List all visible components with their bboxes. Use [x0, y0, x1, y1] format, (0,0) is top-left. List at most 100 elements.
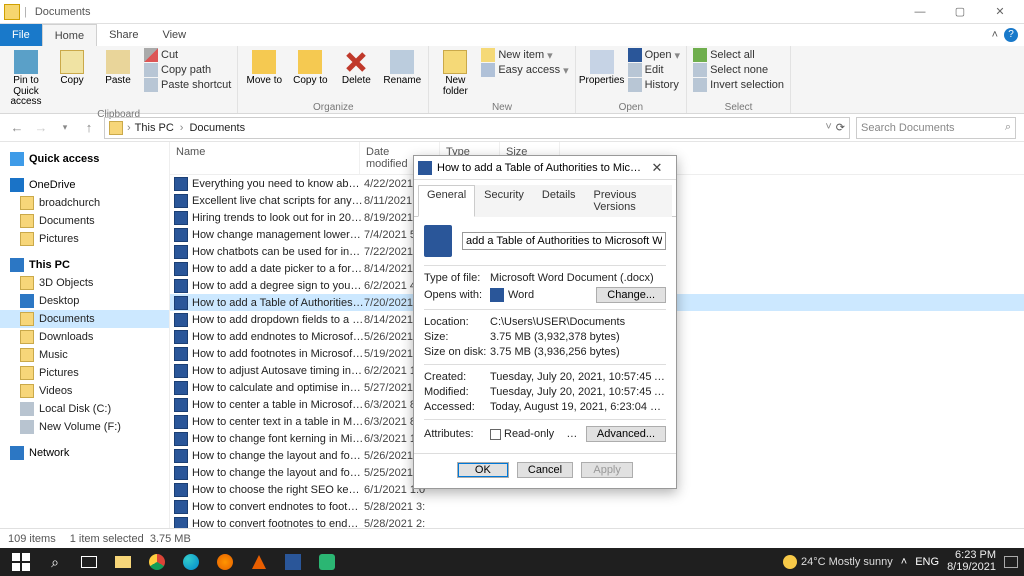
- edit-button[interactable]: Edit: [628, 63, 680, 77]
- sidebar-item[interactable]: broadchurch: [0, 194, 169, 212]
- new-folder-button[interactable]: New folder: [435, 48, 475, 97]
- file-name-input[interactable]: [462, 232, 666, 250]
- paste-button[interactable]: Paste: [98, 48, 138, 87]
- chrome-icon[interactable]: [140, 548, 174, 576]
- window-title: Documents: [35, 6, 91, 18]
- lbl-attrs: Attributes:: [424, 428, 490, 440]
- folder-icon: [20, 196, 34, 210]
- open-button[interactable]: Open ▾: [628, 48, 680, 62]
- sidebar-quick-access[interactable]: Quick access: [0, 148, 169, 168]
- apply-button[interactable]: Apply: [581, 462, 633, 478]
- readonly-checkbox[interactable]: Read-only: [490, 428, 554, 440]
- select-all-button[interactable]: Select all: [693, 48, 784, 62]
- app-icon[interactable]: [310, 548, 344, 576]
- status-count: 109 items: [8, 533, 56, 545]
- sidebar-item[interactable]: New Volume (F:): [0, 418, 169, 436]
- firefox-icon[interactable]: [208, 548, 242, 576]
- explorer-icon[interactable]: [106, 548, 140, 576]
- sidebar-item[interactable]: Downloads: [0, 328, 169, 346]
- move-to-button[interactable]: Move to: [244, 48, 284, 87]
- addr-dropdown-icon[interactable]: ˅: [825, 121, 831, 134]
- folder-icon: [20, 384, 34, 398]
- file-row[interactable]: How to convert footnotes to endnotes.e..…: [170, 515, 1024, 528]
- copy-button[interactable]: Copy: [52, 48, 92, 87]
- breadcrumb-pc[interactable]: This PC: [135, 122, 174, 134]
- lbl-opens: Opens with:: [424, 289, 490, 301]
- sidebar-item[interactable]: Documents: [0, 212, 169, 230]
- val-accessed: Today, August 19, 2021, 6:23:04 PM: [490, 401, 666, 413]
- word-icon: [174, 347, 188, 361]
- breadcrumb-folder[interactable]: Documents: [189, 122, 245, 134]
- sidebar-item[interactable]: Pictures: [0, 230, 169, 248]
- sidebar-onedrive[interactable]: OneDrive: [0, 174, 169, 194]
- address-bar[interactable]: › This PC Documents ˅ ⟳: [104, 117, 850, 139]
- advanced-button[interactable]: Advanced...: [586, 426, 666, 442]
- group-open-label: Open: [582, 102, 680, 113]
- cancel-button[interactable]: Cancel: [517, 462, 573, 478]
- col-name[interactable]: Name: [170, 142, 360, 174]
- close-button[interactable]: ✕: [980, 0, 1020, 24]
- taskbar: ⌕ 24°C Mostly sunny ˄ ENG 6:23 PM 8/19/2…: [0, 548, 1024, 576]
- history-button[interactable]: History: [628, 78, 680, 92]
- new-item-button[interactable]: New item ▾: [481, 48, 568, 62]
- notifications-icon[interactable]: [1004, 556, 1018, 568]
- properties-button[interactable]: Properties: [582, 48, 622, 87]
- ribbon-collapse-icon[interactable]: ˄: [992, 29, 998, 41]
- select-none-button[interactable]: Select none: [693, 63, 784, 77]
- help-icon[interactable]: ?: [1004, 28, 1018, 42]
- vlc-icon[interactable]: [242, 548, 276, 576]
- change-button[interactable]: Change...: [596, 287, 666, 303]
- word-icon: [174, 279, 188, 293]
- rename-button[interactable]: Rename: [382, 48, 422, 87]
- recent-dropdown[interactable]: ▾: [56, 122, 74, 133]
- search-input[interactable]: Search Documents ⌕: [856, 117, 1016, 139]
- minimize-button[interactable]: —: [900, 0, 940, 24]
- word-icon: [174, 211, 188, 225]
- sidebar-item[interactable]: Desktop: [0, 292, 169, 310]
- lang-indicator[interactable]: ENG: [915, 556, 939, 568]
- hidden-checkbox[interactable]: Hidden: [566, 428, 586, 440]
- maximize-button[interactable]: ▢: [940, 0, 980, 24]
- cut-button[interactable]: Cut: [144, 48, 231, 62]
- forward-button[interactable]: →: [32, 120, 50, 135]
- tab-home[interactable]: Home: [42, 24, 97, 46]
- pin-quick-access-button[interactable]: Pin to Quick access: [6, 48, 46, 108]
- tab-previous-versions[interactable]: Previous Versions: [585, 185, 672, 217]
- edge-icon[interactable]: [174, 548, 208, 576]
- search-taskbar-icon[interactable]: ⌕: [38, 548, 72, 576]
- sidebar-this-pc[interactable]: This PC: [0, 254, 169, 274]
- back-button[interactable]: ←: [8, 120, 26, 135]
- sidebar-item[interactable]: 3D Objects: [0, 274, 169, 292]
- task-view-icon[interactable]: [72, 548, 106, 576]
- ok-button[interactable]: OK: [457, 462, 509, 478]
- paste-shortcut-button[interactable]: Paste shortcut: [144, 78, 231, 92]
- up-button[interactable]: ↑: [80, 120, 98, 135]
- invert-selection-button[interactable]: Invert selection: [693, 78, 784, 92]
- tab-share[interactable]: Share: [97, 24, 150, 46]
- sidebar-item[interactable]: Music: [0, 346, 169, 364]
- val-location: C:\Users\USER\Documents: [490, 316, 666, 328]
- tab-security[interactable]: Security: [475, 185, 533, 217]
- easy-access-button[interactable]: Easy access ▾: [481, 63, 568, 77]
- refresh-icon[interactable]: ⟳: [836, 121, 845, 134]
- sidebar-item[interactable]: Local Disk (C:): [0, 400, 169, 418]
- weather-widget[interactable]: 24°C Mostly sunny: [783, 555, 893, 569]
- sidebar-item[interactable]: Documents: [0, 310, 169, 328]
- dialog-close-button[interactable]: ✕: [642, 160, 672, 176]
- copy-to-button[interactable]: Copy to: [290, 48, 330, 87]
- word-icon[interactable]: [276, 548, 310, 576]
- tab-details[interactable]: Details: [533, 185, 585, 217]
- tray-chevron-icon[interactable]: ˄: [901, 556, 907, 568]
- file-row[interactable]: How to convert endnotes to footnotes in.…: [170, 498, 1024, 515]
- start-button[interactable]: [4, 548, 38, 576]
- tab-general[interactable]: General: [418, 185, 475, 217]
- tab-view[interactable]: View: [150, 24, 198, 46]
- sun-icon: [783, 555, 797, 569]
- sidebar-item[interactable]: Pictures: [0, 364, 169, 382]
- tab-file[interactable]: File: [0, 24, 42, 46]
- delete-button[interactable]: Delete: [336, 48, 376, 87]
- copy-path-button[interactable]: Copy path: [144, 63, 231, 77]
- sidebar-item[interactable]: Videos: [0, 382, 169, 400]
- sidebar-network[interactable]: Network: [0, 442, 169, 462]
- clock[interactable]: 6:23 PM 8/19/2021: [947, 550, 996, 573]
